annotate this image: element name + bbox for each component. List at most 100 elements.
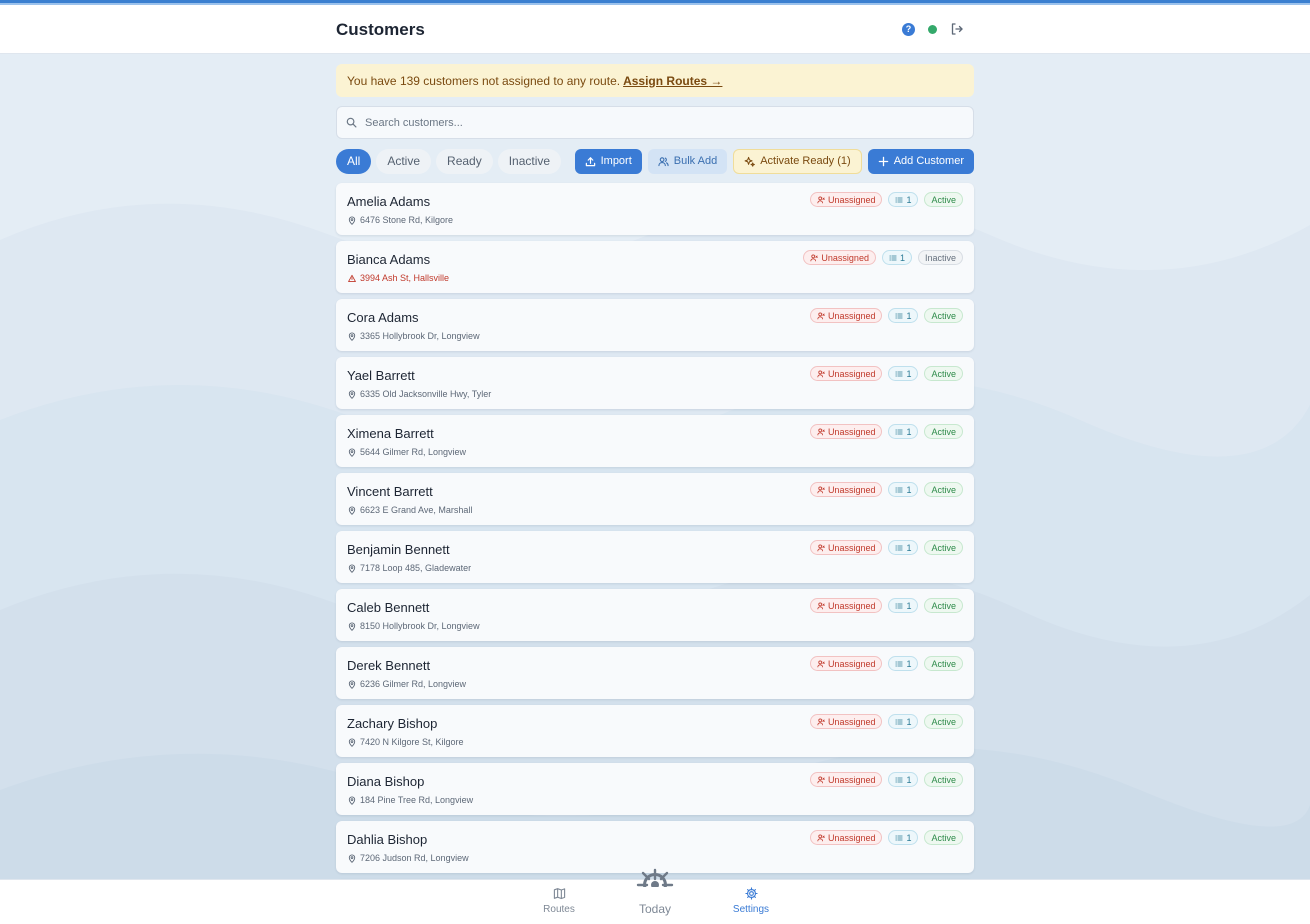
- header-actions: ?: [902, 22, 964, 36]
- main-content: You have 139 customers not assigned to a…: [336, 64, 974, 897]
- customer-badges: Unassigned 1 Active: [809, 308, 963, 323]
- customer-address-text: 3994 Ash St, Hallsville: [360, 273, 450, 283]
- customer-card[interactable]: Dahlia Bishop 7206 Judson Rd, Longview Una…: [336, 821, 974, 873]
- plus-icon: [878, 156, 888, 166]
- import-button[interactable]: Import: [574, 148, 642, 174]
- help-icon[interactable]: ?: [902, 22, 915, 36]
- customer-list: Amelia Adams 6476 Stone Rd, Kilgore Unassi…: [336, 183, 974, 891]
- customer-card[interactable]: Zachary Bishop 7420 N Kilgore St, Kilgore…: [336, 705, 974, 757]
- map-pin-icon: [348, 332, 356, 341]
- customer-card[interactable]: Diana Bishop 184 Pine Tree Rd, Longview Un…: [336, 763, 974, 815]
- top-accent-strip: [0, 0, 1310, 5]
- route-badge: Unassigned: [809, 424, 883, 439]
- list-icon: [895, 197, 904, 202]
- search-box[interactable]: [336, 106, 974, 139]
- customer-name: Ximena Barrett: [347, 426, 434, 441]
- user-x-icon: [817, 370, 825, 377]
- service-count-label: 1: [906, 600, 912, 611]
- service-count-badge: 1: [888, 598, 919, 613]
- customer-address: 7178 Loop 485, Gladewater: [348, 563, 471, 573]
- customer-card[interactable]: Derek Bennett 6236 Gilmer Rd, Longview Una…: [336, 647, 974, 699]
- customer-badges: Unassigned 1 Active: [809, 424, 963, 439]
- route-badge-label: Unassigned: [827, 600, 876, 611]
- import-label: Import: [600, 155, 632, 167]
- service-count-label: 1: [906, 542, 912, 553]
- route-badge: Unassigned: [809, 830, 883, 845]
- route-badge: Unassigned: [809, 308, 883, 323]
- service-count-label: 1: [906, 658, 912, 669]
- route-badge-label: Unassigned: [821, 252, 869, 263]
- customer-badges: Unassigned 1 Active: [809, 192, 963, 207]
- list-icon: [889, 255, 897, 260]
- service-count-label: 1: [899, 252, 905, 263]
- service-count-badge: 1: [888, 830, 919, 845]
- status-badge: Active: [924, 540, 963, 555]
- route-badge-label: Unassigned: [827, 194, 876, 205]
- filter-ready[interactable]: Ready: [436, 148, 493, 174]
- customer-name: Dahlia Bishop: [347, 832, 428, 847]
- service-count-badge: 1: [888, 772, 919, 787]
- add-customer-button[interactable]: Add Customer: [867, 148, 974, 174]
- nav-routes-label: Routes: [543, 904, 575, 915]
- search-input[interactable]: [365, 116, 945, 129]
- route-badge: Unassigned: [809, 540, 883, 555]
- status-badge-label: Active: [931, 484, 956, 495]
- nav-settings-label: Settings: [732, 904, 770, 915]
- customer-address: 8150 Hollybrook Dr, Longview: [348, 621, 480, 631]
- customer-badges: Unassigned 1 Active: [809, 540, 963, 555]
- map-pin-icon: [348, 622, 356, 631]
- customer-address-text: 5644 Gilmer Rd, Longview: [360, 447, 467, 457]
- customer-card[interactable]: Yael Barrett 6335 Old Jacksonville Hwy, T…: [336, 357, 974, 409]
- service-count-label: 1: [906, 368, 912, 379]
- customer-address: 184 Pine Tree Rd, Longview: [348, 795, 473, 805]
- list-icon: [895, 371, 904, 376]
- app-header: Customers ?: [0, 5, 1310, 54]
- assign-routes-link[interactable]: Assign Routes →: [623, 74, 722, 88]
- gear-icon: [744, 887, 758, 900]
- customer-address: 7206 Judson Rd, Longview: [348, 853, 469, 863]
- warning-icon: [348, 274, 356, 282]
- filter-all[interactable]: All: [336, 148, 372, 174]
- banner-text: You have 139 customers not assigned to a…: [347, 73, 621, 88]
- list-icon: [895, 313, 904, 318]
- list-icon: [895, 719, 904, 724]
- status-badge-label: Active: [931, 658, 956, 669]
- customer-address-text: 7178 Loop 485, Gladewater: [360, 563, 472, 573]
- nav-routes[interactable]: Routes: [543, 887, 575, 915]
- customer-name: Yael Barrett: [347, 368, 415, 383]
- status-badge: Active: [924, 830, 963, 845]
- route-badge: Unassigned: [809, 192, 883, 207]
- customer-card[interactable]: Vincent Barrett 6623 E Grand Ave, Marshal…: [336, 473, 974, 525]
- service-count-label: 1: [906, 310, 912, 321]
- customer-name: Amelia Adams: [347, 194, 431, 209]
- customer-address-text: 6623 E Grand Ave, Marshall: [360, 505, 473, 515]
- status-badge: Active: [924, 482, 963, 497]
- search-icon: [346, 117, 357, 128]
- customer-card[interactable]: Bianca Adams 3994 Ash St, Hallsville Unass…: [336, 241, 974, 293]
- customer-address-text: 8150 Hollybrook Dr, Longview: [360, 621, 480, 631]
- customer-card[interactable]: Caleb Bennett 8150 Hollybrook Dr, Longvie…: [336, 589, 974, 641]
- status-badge: Active: [924, 598, 963, 613]
- customer-name: Diana Bishop: [347, 774, 425, 789]
- customer-badges: Unassigned 1 Active: [809, 598, 963, 613]
- nav-settings[interactable]: Settings: [731, 887, 771, 915]
- bulk-add-button[interactable]: Bulk Add: [647, 148, 728, 174]
- list-icon: [895, 429, 904, 434]
- service-count-badge: 1: [888, 424, 919, 439]
- map-pin-icon: [348, 390, 356, 399]
- customer-card[interactable]: Cora Adams 3365 Hollybrook Dr, Longview Un…: [336, 299, 974, 351]
- route-badge-label: Unassigned: [827, 542, 876, 553]
- sparkles-icon: [744, 156, 756, 167]
- customer-card[interactable]: Benjamin Bennett 7178 Loop 485, Gladewate…: [336, 531, 974, 583]
- customer-address: 6476 Stone Rd, Kilgore: [348, 215, 453, 225]
- customer-card[interactable]: Amelia Adams 6476 Stone Rd, Kilgore Unassi…: [336, 183, 974, 235]
- service-count-badge: 1: [888, 714, 919, 729]
- filter-inactive[interactable]: Inactive: [497, 148, 562, 174]
- route-badge-label: Unassigned: [827, 774, 876, 785]
- logout-icon[interactable]: [950, 22, 964, 36]
- activate-ready-button[interactable]: Activate Ready (1): [733, 148, 862, 174]
- customer-card[interactable]: Ximena Barrett 5644 Gilmer Rd, Longview Un…: [336, 415, 974, 467]
- filter-active[interactable]: Active: [376, 148, 432, 174]
- list-icon: [895, 835, 904, 840]
- nav-today[interactable]: Today: [630, 868, 680, 916]
